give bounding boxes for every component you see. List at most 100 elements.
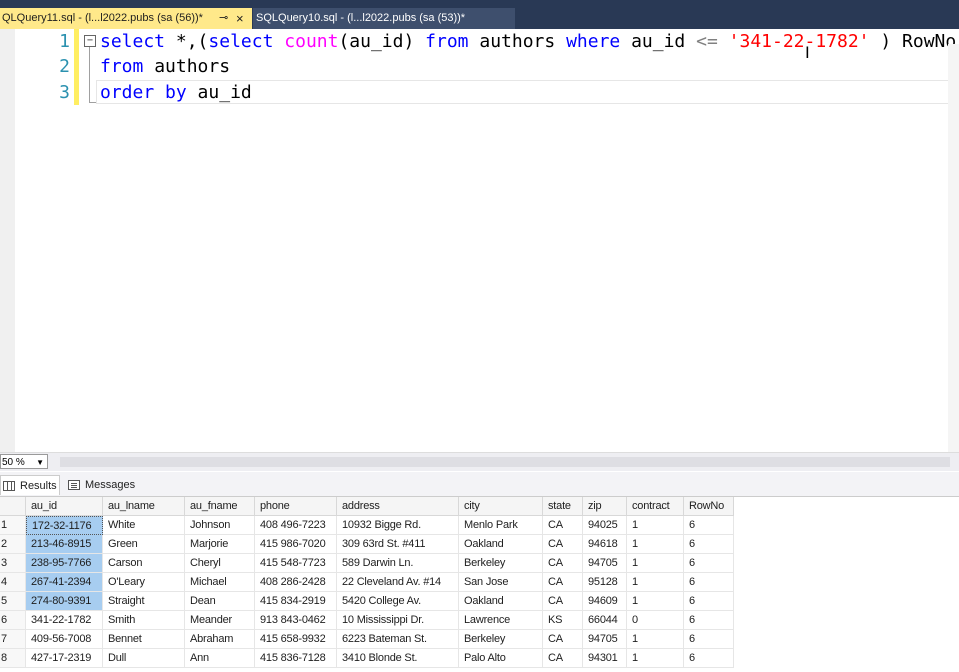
cell-state[interactable]: KS (543, 611, 583, 630)
cell-state[interactable]: CA (543, 516, 583, 535)
cell-rowno[interactable]: 6 (684, 573, 734, 592)
cell-rowno[interactable]: 6 (684, 649, 734, 668)
cell-zip[interactable]: 94025 (583, 516, 627, 535)
cell-city[interactable]: Lawrence (459, 611, 543, 630)
code-line-2[interactable]: from authors (100, 54, 230, 79)
cell-contract[interactable]: 0 (627, 611, 684, 630)
column-header-address[interactable]: address (337, 497, 459, 516)
column-header-state[interactable]: state (543, 497, 583, 516)
cell-address[interactable]: 3410 Blonde St. (337, 649, 459, 668)
cell-contract[interactable]: 1 (627, 516, 684, 535)
cell-au-lname[interactable]: Green (103, 535, 185, 554)
cell-zip[interactable]: 66044 (583, 611, 627, 630)
chevron-down-icon[interactable]: ▼ (36, 455, 44, 470)
tab-messages[interactable]: Messages (63, 475, 138, 495)
cell-phone[interactable]: 415 658-9932 (255, 630, 337, 649)
cell-state[interactable]: CA (543, 535, 583, 554)
cell-city[interactable]: Berkeley (459, 630, 543, 649)
cell-rowno[interactable]: 6 (684, 611, 734, 630)
editor-vertical-scrollbar[interactable] (948, 44, 959, 454)
cell-phone[interactable]: 408 286-2428 (255, 573, 337, 592)
column-header-rownum[interactable] (0, 497, 26, 516)
cell-au-lname[interactable]: Bennet (103, 630, 185, 649)
row-number[interactable]: 5 (0, 592, 26, 611)
close-icon[interactable]: × (236, 8, 244, 29)
cell-au-fname[interactable]: Meander (185, 611, 255, 630)
tab-sqlquery10[interactable]: SQLQuery10.sql - (l...l2022.pubs (sa (53… (253, 8, 515, 29)
cell-au-fname[interactable]: Michael (185, 573, 255, 592)
cell-zip[interactable]: 95128 (583, 573, 627, 592)
cell-au-lname[interactable]: Dull (103, 649, 185, 668)
cell-au-lname[interactable]: O'Leary (103, 573, 185, 592)
cell-state[interactable]: CA (543, 649, 583, 668)
cell-au-fname[interactable]: Cheryl (185, 554, 255, 573)
collapse-outline-icon[interactable]: − (84, 35, 96, 47)
cell-contract[interactable]: 1 (627, 592, 684, 611)
tab-sqlquery11[interactable]: QLQuery11.sql - (l...l2022.pubs (sa (56)… (0, 8, 252, 29)
cell-au-id[interactable]: 267-41-2394 (26, 573, 103, 592)
cell-address[interactable]: 589 Darwin Ln. (337, 554, 459, 573)
cell-contract[interactable]: 1 (627, 554, 684, 573)
code-line-3[interactable]: order by au_id (100, 80, 252, 105)
row-number[interactable]: 7 (0, 630, 26, 649)
tab-results[interactable]: Results (0, 475, 60, 495)
column-header-zip[interactable]: zip (583, 497, 627, 516)
cell-rowno[interactable]: 6 (684, 554, 734, 573)
cell-state[interactable]: CA (543, 573, 583, 592)
cell-au-id[interactable]: 274-80-9391 (26, 592, 103, 611)
row-number[interactable]: 6 (0, 611, 26, 630)
cell-city[interactable]: Oakland (459, 592, 543, 611)
cell-au-fname[interactable]: Johnson (185, 516, 255, 535)
column-header-phone[interactable]: phone (255, 497, 337, 516)
cell-contract[interactable]: 1 (627, 649, 684, 668)
cell-phone[interactable]: 415 986-7020 (255, 535, 337, 554)
cell-phone[interactable]: 408 496-7223 (255, 516, 337, 535)
cell-au-fname[interactable]: Marjorie (185, 535, 255, 554)
cell-au-id[interactable]: 427-17-2319 (26, 649, 103, 668)
cell-address[interactable]: 22 Cleveland Av. #14 (337, 573, 459, 592)
column-header-au-id[interactable]: au_id (26, 497, 103, 516)
column-header-rowno[interactable]: RowNo (684, 497, 734, 516)
cell-au-id[interactable]: 238-95-7766 (26, 554, 103, 573)
cell-au-id[interactable]: 341-22-1782 (26, 611, 103, 630)
cell-address[interactable]: 309 63rd St. #411 (337, 535, 459, 554)
cell-au-lname[interactable]: Smith (103, 611, 185, 630)
column-header-au-fname[interactable]: au_fname (185, 497, 255, 516)
code-line-1[interactable]: select *,(select count(au_id) from autho… (100, 29, 956, 54)
cell-au-id[interactable]: 172-32-1176 (26, 516, 103, 535)
cell-city[interactable]: Oakland (459, 535, 543, 554)
cell-phone[interactable]: 913 843-0462 (255, 611, 337, 630)
cell-au-id[interactable]: 213-46-8915 (26, 535, 103, 554)
cell-state[interactable]: CA (543, 592, 583, 611)
column-header-au-lname[interactable]: au_lname (103, 497, 185, 516)
column-header-contract[interactable]: contract (627, 497, 684, 516)
row-number[interactable]: 1 (0, 516, 26, 535)
cell-phone[interactable]: 415 548-7723 (255, 554, 337, 573)
cell-contract[interactable]: 1 (627, 535, 684, 554)
cell-contract[interactable]: 1 (627, 630, 684, 649)
editor-horizontal-scrollbar[interactable] (60, 457, 950, 467)
pin-icon[interactable]: ⊸ (219, 8, 228, 29)
cell-au-lname[interactable]: Carson (103, 554, 185, 573)
query-editor[interactable]: 1 2 3 − select *,(select count(au_id) fr… (0, 29, 959, 452)
cell-phone[interactable]: 415 836-7128 (255, 649, 337, 668)
cell-address[interactable]: 5420 College Av. (337, 592, 459, 611)
cell-rowno[interactable]: 6 (684, 516, 734, 535)
cell-address[interactable]: 6223 Bateman St. (337, 630, 459, 649)
cell-state[interactable]: CA (543, 630, 583, 649)
cell-city[interactable]: Berkeley (459, 554, 543, 573)
row-number[interactable]: 2 (0, 535, 26, 554)
cell-zip[interactable]: 94618 (583, 535, 627, 554)
cell-address[interactable]: 10 Mississippi Dr. (337, 611, 459, 630)
zoom-dropdown[interactable]: 50 % ▼ (0, 454, 48, 469)
cell-contract[interactable]: 1 (627, 573, 684, 592)
cell-au-fname[interactable]: Abraham (185, 630, 255, 649)
cell-rowno[interactable]: 6 (684, 592, 734, 611)
cell-rowno[interactable]: 6 (684, 535, 734, 554)
cell-address[interactable]: 10932 Bigge Rd. (337, 516, 459, 535)
cell-zip[interactable]: 94301 (583, 649, 627, 668)
column-header-city[interactable]: city (459, 497, 543, 516)
row-number[interactable]: 3 (0, 554, 26, 573)
cell-au-id[interactable]: 409-56-7008 (26, 630, 103, 649)
row-number[interactable]: 4 (0, 573, 26, 592)
